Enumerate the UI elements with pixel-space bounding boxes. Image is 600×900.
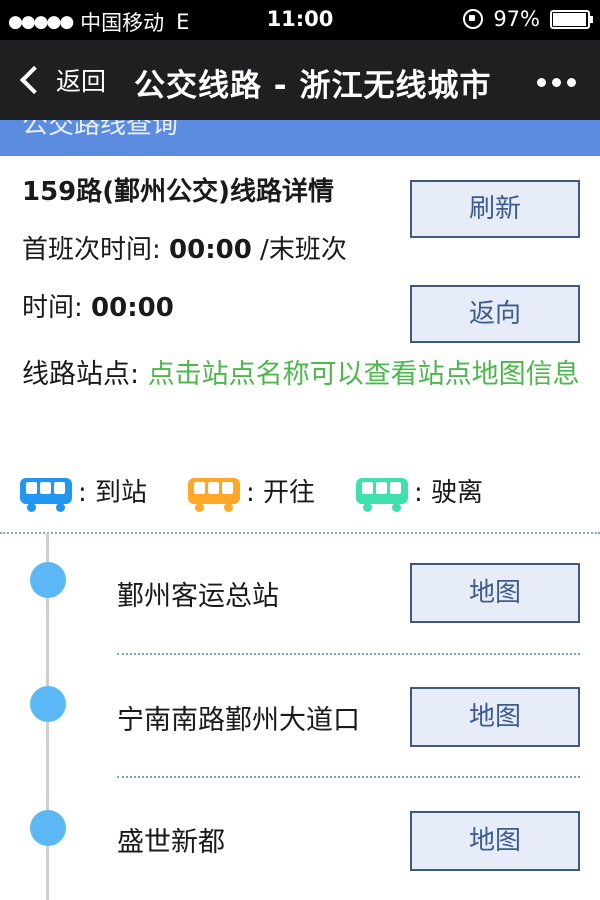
last-bus-separator: /末班次 [251,235,347,265]
reverse-direction-button[interactable]: 返向 [410,285,580,343]
first-bus-time: 00:00 [169,235,252,265]
legend-label-arrived: : 到站 [78,478,148,508]
legend-item-heading: : 开往 [188,472,316,512]
battery-percent: 97% [493,7,540,31]
stop-divider [117,776,580,778]
stop-map-button[interactable]: 地图 [410,811,580,871]
more-options-icon[interactable] [537,78,576,87]
stops-label: 线路站点: 点击站点名称可以查看站点地图信息 [22,356,582,394]
stop-divider [117,653,580,655]
stops-hint: 点击站点名称可以查看站点地图信息 [147,359,580,390]
stop-map-button[interactable]: 地图 [410,687,580,747]
legend-item-departed: : 驶离 [356,472,484,512]
line-info: 159路(鄞州公交)线路详情 首班次时间: 00:00 /末班次 时间: 00:… [22,175,402,337]
schedule-times: 首班次时间: 00:00 /末班次 时间: 00:00 [22,221,402,337]
legend-item-arrived: : 到站 [20,472,148,512]
first-bus-label: 首班次时间: [22,235,170,265]
stop-name[interactable]: 鄞州客运总站 [117,574,279,613]
stop-name[interactable]: 宁南南路鄞州大道口 [117,698,360,737]
divider [0,532,600,534]
stop-marker [30,562,66,598]
page-title: 公交线路 - 浙江无线城市 [134,68,492,104]
bus-departed-icon [356,477,408,512]
last-bus-label: 时间: [22,293,92,323]
battery-icon [550,9,593,29]
section-header: 公交路线查询 [0,120,600,156]
stop-name[interactable]: 盛世新都 [117,820,225,859]
rotation-lock-icon [463,9,484,29]
back-label: 返回 [56,67,107,96]
navigation-bar: 返回 公交线路 - 浙江无线城市 [0,40,600,120]
last-bus-time: 00:00 [91,293,174,323]
bus-heading-icon [188,477,240,512]
refresh-button[interactable]: 刷新 [410,180,580,238]
section-header-text: 公交路线查询 [22,120,179,140]
bus-arrived-icon [20,477,72,512]
stop-marker [30,686,66,722]
bus-status-legend: : 到站 : 开往 : 驶离 [20,472,600,512]
back-button[interactable]: 返回 [18,62,106,98]
legend-label-heading: : 开往 [246,478,316,508]
stop-map-button[interactable]: 地图 [410,563,580,623]
stop-marker [30,810,66,846]
legend-label-departed: : 驶离 [414,478,484,508]
chevron-left-icon [19,65,49,95]
status-bar: ●●●●● 中国移动 E 11:00 97% [0,0,600,40]
line-title: 159路(鄞州公交)线路详情 [22,177,335,207]
stops-label-title: 线路站点: [22,359,148,390]
